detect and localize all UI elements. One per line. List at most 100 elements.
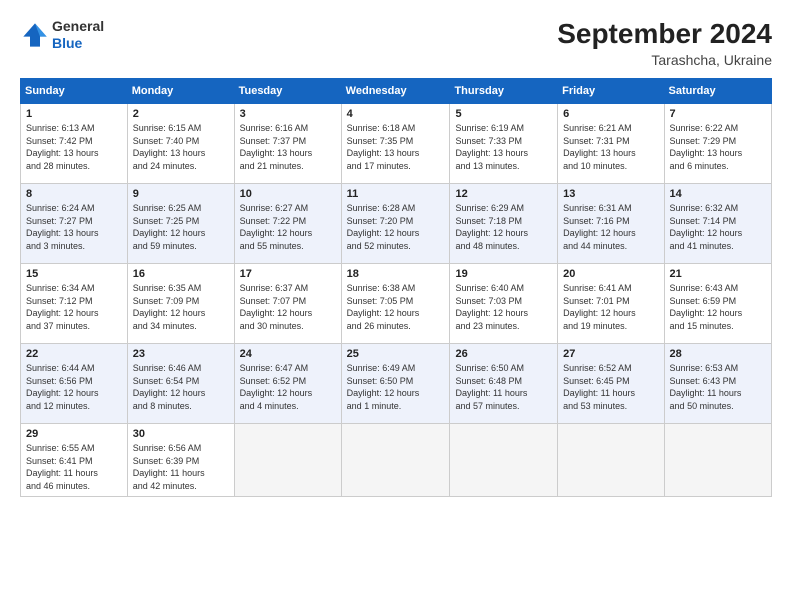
day-number: 3 xyxy=(240,108,336,120)
calendar-cell: 29 Sunrise: 6:55 AM Sunset: 6:41 PM Dayli… xyxy=(21,424,128,497)
day-info: Sunrise: 6:55 AM Sunset: 6:41 PM Dayligh… xyxy=(26,442,122,492)
day-info: Sunrise: 6:16 AM Sunset: 7:37 PM Dayligh… xyxy=(240,122,336,172)
day-info: Sunrise: 6:15 AM Sunset: 7:40 PM Dayligh… xyxy=(133,122,229,172)
location: Tarashcha, Ukraine xyxy=(557,52,772,68)
day-number: 7 xyxy=(670,108,766,120)
day-number: 29 xyxy=(26,428,122,440)
day-number: 2 xyxy=(133,108,229,120)
day-info: Sunrise: 6:47 AM Sunset: 6:52 PM Dayligh… xyxy=(240,362,336,412)
weekday-header-monday: Monday xyxy=(127,79,234,104)
calendar-cell: 6 Sunrise: 6:21 AM Sunset: 7:31 PM Daylig… xyxy=(558,104,664,184)
calendar-cell: 7Sunrise: 6:22 AM Sunset: 7:29 PM Daylig… xyxy=(664,104,771,184)
day-number: 30 xyxy=(133,428,229,440)
day-number: 11 xyxy=(347,188,445,200)
calendar-cell: 20 Sunrise: 6:41 AM Sunset: 7:01 PM Dayli… xyxy=(558,264,664,344)
day-number: 27 xyxy=(563,348,658,360)
weekday-header-saturday: Saturday xyxy=(664,79,771,104)
day-info: Sunrise: 6:32 AM Sunset: 7:14 PM Dayligh… xyxy=(670,202,766,252)
calendar-cell xyxy=(558,424,664,497)
day-number: 1 xyxy=(26,108,122,120)
logo: General Blue xyxy=(20,18,104,52)
calendar-cell: 15 Sunrise: 6:34 AM Sunset: 7:12 PM Dayli… xyxy=(21,264,128,344)
day-info: Sunrise: 6:49 AM Sunset: 6:50 PM Dayligh… xyxy=(347,362,445,412)
calendar-cell: 17 Sunrise: 6:37 AM Sunset: 7:07 PM Dayli… xyxy=(234,264,341,344)
weekday-header-sunday: Sunday xyxy=(21,79,128,104)
calendar-cell: 28 Sunrise: 6:53 AM Sunset: 6:43 PM Dayli… xyxy=(664,344,771,424)
calendar-cell: 1 Sunrise: 6:13 AM Sunset: 7:42 PM Daylig… xyxy=(21,104,128,184)
calendar-cell: 10 Sunrise: 6:27 AM Sunset: 7:22 PM Dayli… xyxy=(234,184,341,264)
day-number: 14 xyxy=(670,188,766,200)
day-number: 16 xyxy=(133,268,229,280)
day-number: 5 xyxy=(455,108,552,120)
day-info: Sunrise: 6:43 AM Sunset: 6:59 PM Dayligh… xyxy=(670,282,766,332)
calendar-cell: 14 Sunrise: 6:32 AM Sunset: 7:14 PM Dayli… xyxy=(664,184,771,264)
calendar-cell: 4 Sunrise: 6:18 AM Sunset: 7:35 PM Daylig… xyxy=(341,104,450,184)
day-number: 21 xyxy=(670,268,766,280)
calendar-cell: 12Sunrise: 6:29 AM Sunset: 7:18 PM Dayli… xyxy=(450,184,558,264)
day-info: Sunrise: 6:37 AM Sunset: 7:07 PM Dayligh… xyxy=(240,282,336,332)
day-info: Sunrise: 6:18 AM Sunset: 7:35 PM Dayligh… xyxy=(347,122,445,172)
day-info: Sunrise: 6:44 AM Sunset: 6:56 PM Dayligh… xyxy=(26,362,122,412)
weekday-header-wednesday: Wednesday xyxy=(341,79,450,104)
page: General Blue September 2024 Tarashcha, U… xyxy=(0,0,792,612)
header: General Blue September 2024 Tarashcha, U… xyxy=(20,18,772,68)
day-number: 26 xyxy=(455,348,552,360)
calendar-cell: 18Sunrise: 6:38 AM Sunset: 7:05 PM Dayli… xyxy=(341,264,450,344)
day-number: 19 xyxy=(455,268,552,280)
day-number: 15 xyxy=(26,268,122,280)
day-number: 13 xyxy=(563,188,658,200)
title-block: September 2024 Tarashcha, Ukraine xyxy=(557,18,772,68)
calendar-cell xyxy=(234,424,341,497)
calendar-cell xyxy=(450,424,558,497)
calendar-cell: 9 Sunrise: 6:25 AM Sunset: 7:25 PM Daylig… xyxy=(127,184,234,264)
day-number: 17 xyxy=(240,268,336,280)
day-info: Sunrise: 6:25 AM Sunset: 7:25 PM Dayligh… xyxy=(133,202,229,252)
day-info: Sunrise: 6:24 AM Sunset: 7:27 PM Dayligh… xyxy=(26,202,122,252)
day-info: Sunrise: 6:40 AM Sunset: 7:03 PM Dayligh… xyxy=(455,282,552,332)
day-number: 23 xyxy=(133,348,229,360)
day-info: Sunrise: 6:31 AM Sunset: 7:16 PM Dayligh… xyxy=(563,202,658,252)
calendar-cell: 30 Sunrise: 6:56 AM Sunset: 6:39 PM Dayli… xyxy=(127,424,234,497)
calendar-cell: 22 Sunrise: 6:44 AM Sunset: 6:56 PM Dayli… xyxy=(21,344,128,424)
calendar-cell: 24 Sunrise: 6:47 AM Sunset: 6:52 PM Dayli… xyxy=(234,344,341,424)
day-number: 8 xyxy=(26,188,122,200)
calendar-cell xyxy=(664,424,771,497)
day-number: 10 xyxy=(240,188,336,200)
day-info: Sunrise: 6:41 AM Sunset: 7:01 PM Dayligh… xyxy=(563,282,658,332)
day-number: 25 xyxy=(347,348,445,360)
day-info: Sunrise: 6:34 AM Sunset: 7:12 PM Dayligh… xyxy=(26,282,122,332)
day-number: 22 xyxy=(26,348,122,360)
calendar-cell: 21 Sunrise: 6:43 AM Sunset: 6:59 PM Dayli… xyxy=(664,264,771,344)
logo-icon xyxy=(20,20,50,50)
day-number: 20 xyxy=(563,268,658,280)
calendar-table: SundayMondayTuesdayWednesdayThursdayFrid… xyxy=(20,78,772,497)
day-number: 6 xyxy=(563,108,658,120)
day-info: Sunrise: 6:50 AM Sunset: 6:48 PM Dayligh… xyxy=(455,362,552,412)
day-info: Sunrise: 6:27 AM Sunset: 7:22 PM Dayligh… xyxy=(240,202,336,252)
weekday-header-thursday: Thursday xyxy=(450,79,558,104)
calendar-cell: 11Sunrise: 6:28 AM Sunset: 7:20 PM Dayli… xyxy=(341,184,450,264)
calendar-cell: 13 Sunrise: 6:31 AM Sunset: 7:16 PM Dayli… xyxy=(558,184,664,264)
calendar-cell: 2 Sunrise: 6:15 AM Sunset: 7:40 PM Daylig… xyxy=(127,104,234,184)
day-number: 9 xyxy=(133,188,229,200)
day-number: 4 xyxy=(347,108,445,120)
month-year: September 2024 xyxy=(557,18,772,50)
calendar-cell: 3 Sunrise: 6:16 AM Sunset: 7:37 PM Daylig… xyxy=(234,104,341,184)
weekday-header-tuesday: Tuesday xyxy=(234,79,341,104)
day-info: Sunrise: 6:19 AM Sunset: 7:33 PM Dayligh… xyxy=(455,122,552,172)
calendar-cell: 8 Sunrise: 6:24 AM Sunset: 7:27 PM Daylig… xyxy=(21,184,128,264)
day-info: Sunrise: 6:13 AM Sunset: 7:42 PM Dayligh… xyxy=(26,122,122,172)
weekday-header-row: SundayMondayTuesdayWednesdayThursdayFrid… xyxy=(21,79,772,104)
calendar-cell: 26 Sunrise: 6:50 AM Sunset: 6:48 PM Dayli… xyxy=(450,344,558,424)
weekday-header-friday: Friday xyxy=(558,79,664,104)
calendar-cell: 19 Sunrise: 6:40 AM Sunset: 7:03 PM Dayli… xyxy=(450,264,558,344)
day-info: Sunrise: 6:56 AM Sunset: 6:39 PM Dayligh… xyxy=(133,442,229,492)
calendar-cell: 25 Sunrise: 6:49 AM Sunset: 6:50 PM Dayli… xyxy=(341,344,450,424)
calendar-cell: 27Sunrise: 6:52 AM Sunset: 6:45 PM Dayli… xyxy=(558,344,664,424)
day-number: 24 xyxy=(240,348,336,360)
calendar-cell xyxy=(341,424,450,497)
logo-text: General Blue xyxy=(52,18,104,52)
day-number: 28 xyxy=(670,348,766,360)
day-info: Sunrise: 6:21 AM Sunset: 7:31 PM Dayligh… xyxy=(563,122,658,172)
day-info: Sunrise: 6:53 AM Sunset: 6:43 PM Dayligh… xyxy=(670,362,766,412)
